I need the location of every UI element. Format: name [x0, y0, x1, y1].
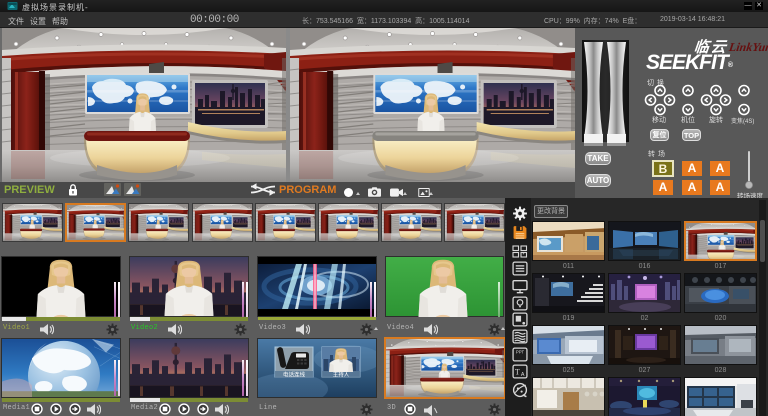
- svg-text:电话连线: 电话连线: [283, 371, 306, 379]
- svg-text:A: A: [521, 372, 525, 378]
- svg-text:T: T: [515, 368, 520, 377]
- svg-text:PPT: PPT: [516, 349, 525, 354]
- svg-text:*: *: [523, 253, 525, 259]
